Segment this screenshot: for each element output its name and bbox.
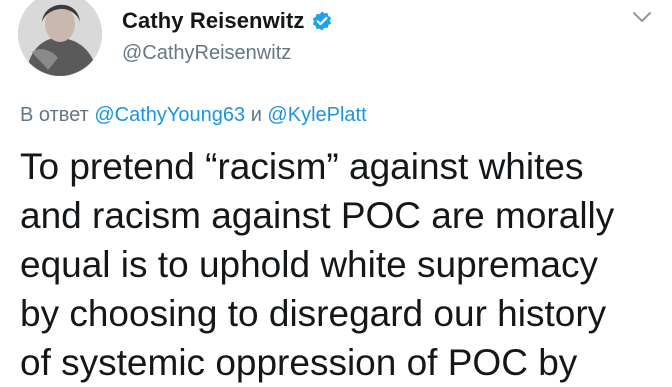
reply-mention-cathyyoung63[interactable]: @CathyYoung63 bbox=[94, 104, 245, 126]
reply-mention-kyleplatt[interactable]: @KylePlatt bbox=[267, 104, 366, 126]
author-row: Cathy Reisenwitz bbox=[122, 8, 333, 34]
tweet-text-line: by choosing to disregard our history bbox=[20, 293, 607, 334]
reply-conjunction: и bbox=[250, 104, 262, 126]
display-name[interactable]: Cathy Reisenwitz bbox=[122, 8, 305, 34]
avatar[interactable] bbox=[18, 0, 102, 76]
tweet-text-line: To pretend “racism” against whites bbox=[20, 146, 584, 187]
verified-badge-icon bbox=[311, 10, 333, 32]
tweet-text-line: of systemic oppression of POC by bbox=[20, 342, 578, 383]
tweet-text: To pretend “racism” against whites and r… bbox=[20, 142, 660, 387]
author-handle[interactable]: @CathyReisenwitz bbox=[122, 42, 291, 65]
tweet-text-line: and racism against POC are morally bbox=[20, 195, 615, 236]
tweet-text-line: equal is to uphold white supremacy bbox=[20, 244, 598, 285]
reply-prefix: В ответ bbox=[20, 104, 89, 126]
reply-context: В ответ @CathyYoung63 и @KylePlatt bbox=[20, 104, 367, 127]
chevron-down-icon[interactable] bbox=[632, 10, 652, 24]
tweet: Cathy Reisenwitz @CathyReisenwitz В отве… bbox=[0, 0, 672, 383]
